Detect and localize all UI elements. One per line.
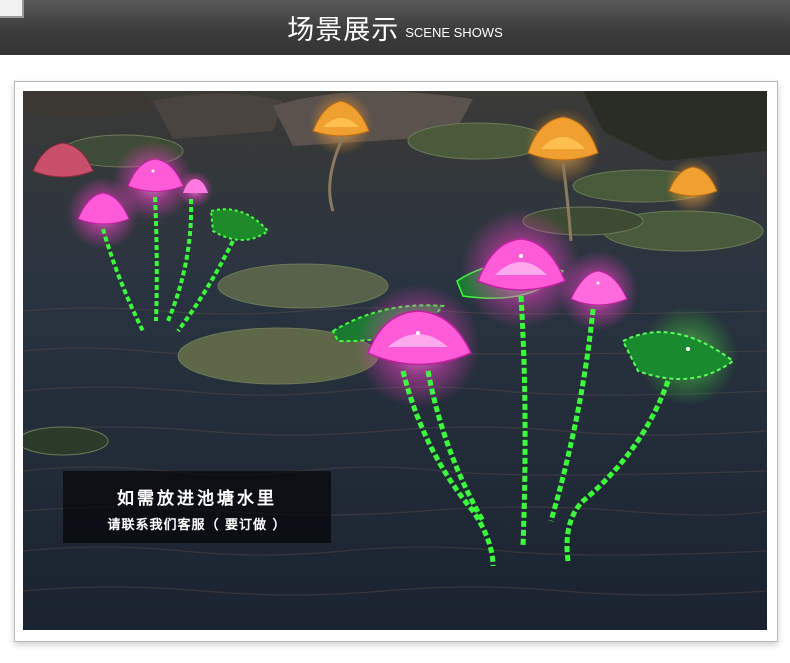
title-chinese: 场景展示: [287, 15, 400, 46]
section-header: 场景展示 SCENE SHOWS: [0, 0, 790, 55]
section-title: 场景展示 SCENE SHOWS: [0, 0, 790, 55]
photo-frame: 如需放进池塘水里 请联系我们客服（ 要订做 ）: [14, 81, 778, 642]
title-english: SCENE SHOWS: [405, 24, 503, 40]
scene-photo: 如需放进池塘水里 请联系我们客服（ 要订做 ）: [23, 91, 767, 630]
caption-box: 如需放进池塘水里 请联系我们客服（ 要订做 ）: [63, 471, 331, 543]
caption-line-1: 如需放进池塘水里: [117, 489, 277, 509]
caption-line-2: 请联系我们客服（ 要订做 ）: [107, 518, 287, 533]
pond-scene-illustration: [23, 91, 767, 630]
